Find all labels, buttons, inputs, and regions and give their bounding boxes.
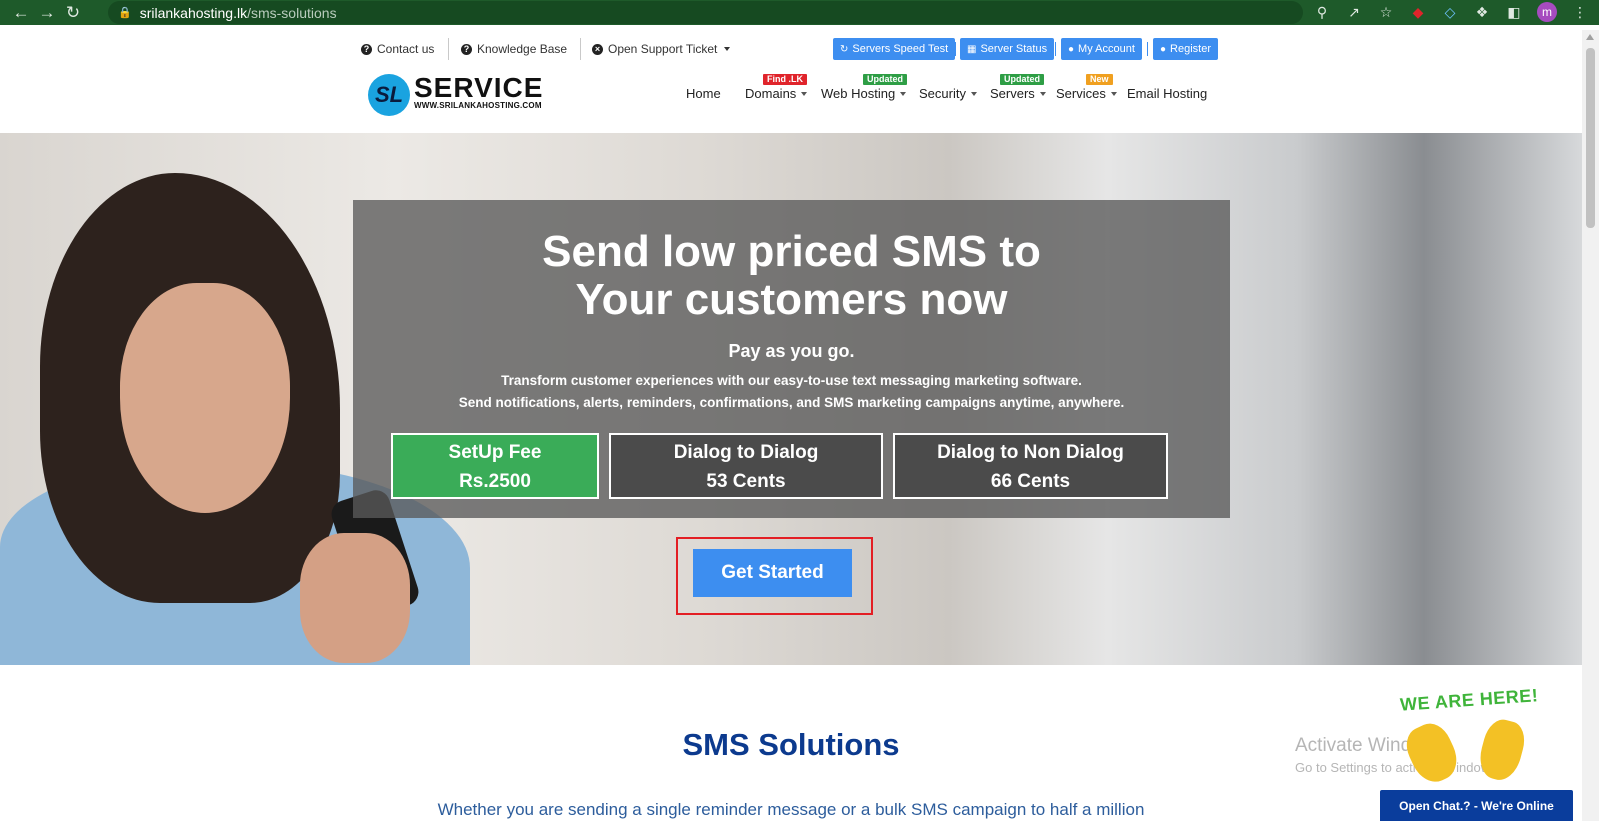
hero-subtitle: Pay as you go. xyxy=(728,341,855,361)
nav-web-hosting[interactable]: Updated Web Hosting xyxy=(821,74,907,101)
caret-down-icon xyxy=(970,91,977,96)
question-icon: ? xyxy=(461,43,472,55)
nav-home[interactable]: Home xyxy=(686,86,721,101)
site-logo[interactable]: SL SERVICE WWW.SRILANKAHOSTING.COM xyxy=(368,74,558,116)
ticket-label: Open Support Ticket xyxy=(608,42,718,56)
waving-hand-icon xyxy=(1399,717,1465,789)
server-icon: ▦ xyxy=(967,43,977,55)
extensions-puzzle-icon[interactable]: ❖ xyxy=(1473,3,1491,21)
nav-servers[interactable]: Updated Servers xyxy=(990,74,1046,101)
extension-shield-icon[interactable]: ◆ xyxy=(1409,3,1427,21)
contact-label: Contact us xyxy=(377,42,435,56)
get-started-button[interactable]: Get Started xyxy=(693,549,852,597)
pointing-hand-icon xyxy=(1474,715,1530,785)
register-label: Register xyxy=(1170,43,1212,55)
nav-badge: Find .LK xyxy=(763,74,807,85)
caret-down-icon xyxy=(801,91,808,96)
side-panel-icon[interactable]: ◧ xyxy=(1505,3,1523,21)
divider xyxy=(580,38,581,60)
user-icon: ● xyxy=(1160,43,1167,55)
non-dialog-price-label: Dialog to Non Dialog xyxy=(937,442,1124,463)
page-scrollbar[interactable] xyxy=(1582,30,1599,821)
nav-security[interactable]: Security xyxy=(919,86,977,101)
refresh-icon: ↻ xyxy=(840,43,849,55)
contact-link[interactable]: ? Contact us xyxy=(361,42,434,56)
open-chat-button[interactable]: Open Chat.? - We're Online xyxy=(1380,790,1573,821)
hero-description-line: Transform customer experiences with our … xyxy=(501,373,1082,388)
speed-test-label: Servers Speed Test xyxy=(852,43,949,55)
nav-services-label: Services xyxy=(1056,86,1106,101)
setup-fee-value: Rs.2500 xyxy=(459,471,531,492)
server-status-button[interactable]: ▦ Server Status xyxy=(960,38,1055,60)
profile-avatar[interactable]: m xyxy=(1537,2,1557,22)
divider xyxy=(1055,42,1056,56)
lock-icon: 🔒 xyxy=(118,7,132,19)
caret-down-icon xyxy=(1039,91,1046,96)
section-intro-text: Whether you are sending a single reminde… xyxy=(437,800,1145,819)
logo-brand: SERVICE xyxy=(414,72,544,103)
logo-emblem: SL xyxy=(368,74,410,116)
server-status-label: Server Status xyxy=(980,43,1048,55)
address-bar[interactable]: 🔒 srilankahosting.lk/sms-solutions xyxy=(108,1,1303,24)
knowledge-base-link[interactable]: ? Knowledge Base xyxy=(461,42,567,56)
extension-diamond-icon[interactable]: ◇ xyxy=(1441,3,1459,21)
nav-domains-label: Domains xyxy=(745,86,797,101)
divider xyxy=(1147,42,1148,56)
share-icon[interactable]: ↗ xyxy=(1345,3,1363,21)
hero-title-line: Send low priced SMS to xyxy=(542,227,1041,276)
my-account-label: My Account xyxy=(1078,43,1135,55)
nav-email-hosting[interactable]: Email Hosting xyxy=(1127,86,1207,101)
menu-kebab-icon[interactable]: ⋮ xyxy=(1571,3,1589,21)
caret-down-icon xyxy=(900,91,907,96)
nav-home-label: Home xyxy=(686,86,721,101)
my-account-button[interactable]: ● My Account xyxy=(1061,38,1142,60)
lifebuoy-icon: × xyxy=(592,43,603,55)
speed-test-button[interactable]: ↻ Servers Speed Test xyxy=(833,38,956,60)
utility-bar: ? Contact us ? Knowledge Base × Open Sup… xyxy=(0,38,1582,60)
hero-title-line: Your customers now xyxy=(575,275,1008,324)
nav-badge: Updated xyxy=(863,74,907,85)
nav-security-label: Security xyxy=(919,86,966,101)
setup-fee-box: SetUp Fee Rs.2500 xyxy=(391,433,599,499)
caret-down-icon xyxy=(724,47,731,51)
dialog-price-value: 53 Cents xyxy=(706,471,786,492)
setup-fee-label: SetUp Fee xyxy=(448,442,542,463)
non-dialog-price-box: Dialog to Non Dialog 66 Cents xyxy=(893,433,1168,499)
hero-title: Send low priced SMS to Your customers no… xyxy=(353,228,1230,324)
knowledge-label: Knowledge Base xyxy=(477,42,568,56)
nav-servers-label: Servers xyxy=(990,86,1035,101)
dialog-price-box: Dialog to Dialog 53 Cents xyxy=(609,433,883,499)
support-ticket-dropdown[interactable]: × Open Support Ticket xyxy=(592,42,731,56)
browser-toolbar: ← → ↻ 🔒 srilankahosting.lk/sms-solutions… xyxy=(0,0,1599,25)
url-path: /sms-solutions xyxy=(247,4,337,21)
nav-badge: New xyxy=(1086,74,1113,85)
nav-services[interactable]: New Services xyxy=(1056,74,1117,101)
nav-badge: Updated xyxy=(1000,74,1044,85)
divider xyxy=(955,42,956,56)
caret-down-icon xyxy=(1110,91,1117,96)
scroll-thumb[interactable] xyxy=(1586,48,1595,228)
back-arrow-icon[interactable]: ← xyxy=(8,3,34,23)
forward-arrow-icon[interactable]: → xyxy=(34,3,60,23)
chat-greeting-text: WE ARE HERE! xyxy=(1399,685,1539,715)
nav-web-hosting-label: Web Hosting xyxy=(821,86,896,101)
non-dialog-price-value: 66 Cents xyxy=(990,471,1071,492)
chat-greeting[interactable]: WE ARE HERE! xyxy=(1399,685,1560,790)
nav-domains[interactable]: Find .LK Domains xyxy=(745,74,808,101)
divider xyxy=(448,38,449,60)
scroll-up-arrow-icon[interactable] xyxy=(1586,34,1594,40)
dialog-price-label: Dialog to Dialog xyxy=(673,442,819,463)
register-button[interactable]: ● Register xyxy=(1153,38,1219,60)
user-icon: ● xyxy=(1068,43,1075,55)
nav-email-hosting-label: Email Hosting xyxy=(1127,86,1208,101)
question-icon: ? xyxy=(361,43,372,55)
reload-icon[interactable]: ↻ xyxy=(60,3,86,23)
logo-tagline: WWW.SRILANKAHOSTING.COM xyxy=(414,101,542,110)
zoom-icon[interactable]: ⚲ xyxy=(1313,3,1331,21)
url-domain: srilankahosting.lk xyxy=(139,4,248,21)
bookmark-star-icon[interactable]: ☆ xyxy=(1377,3,1395,21)
hero-description-line: Send notifications, alerts, reminders, c… xyxy=(458,395,1125,410)
